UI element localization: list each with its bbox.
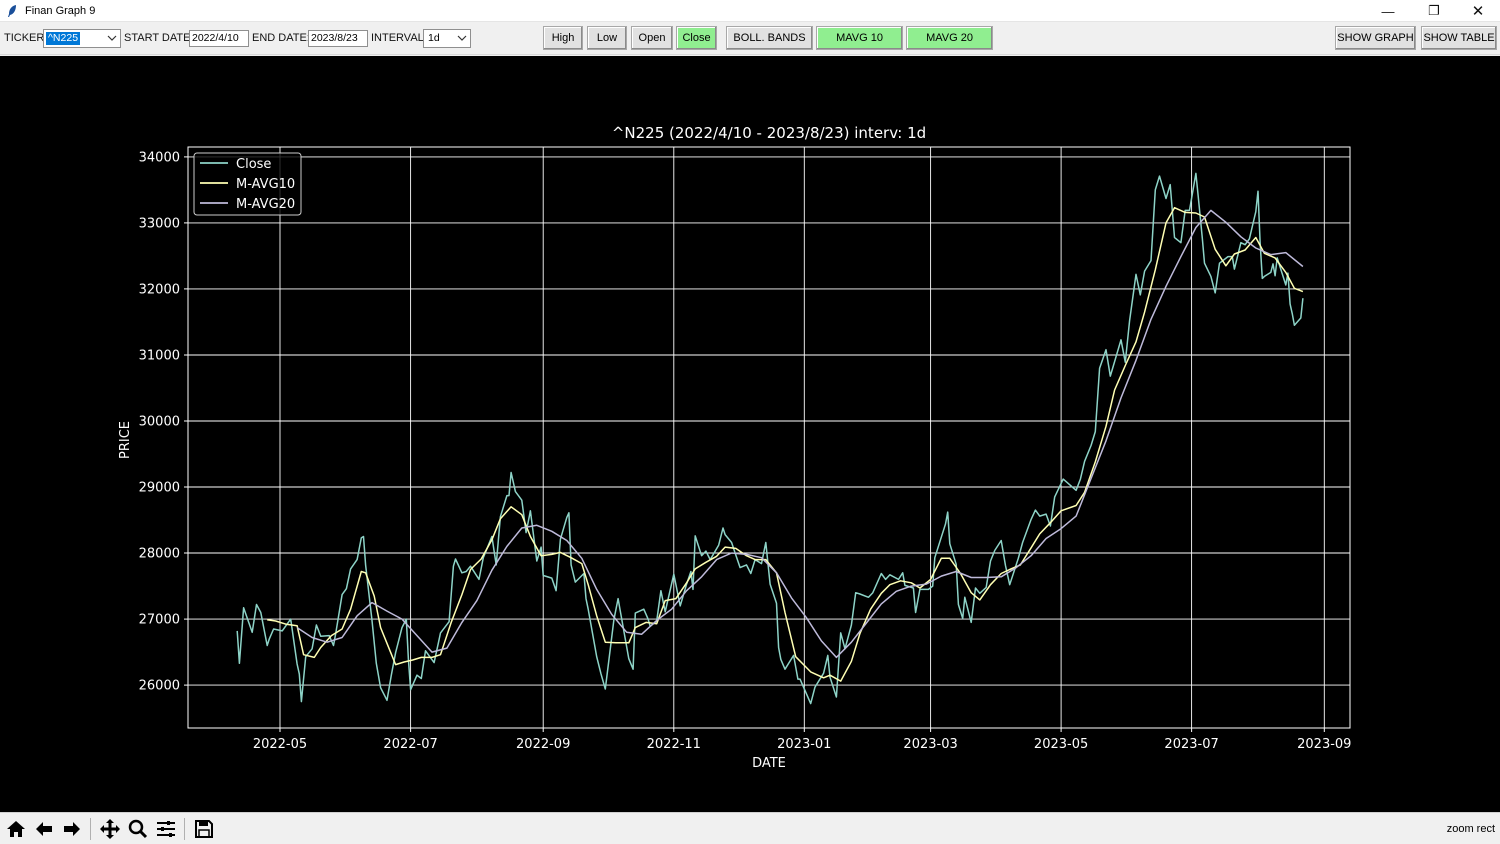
end-date-input[interactable]: 2023/8/23 — [308, 30, 368, 47]
navigation-toolbar: zoom rect — [0, 812, 1500, 844]
ticker-value: ^N225 — [46, 32, 81, 45]
y-tick-label: 27000 — [139, 613, 180, 628]
y-tick-label: 31000 — [139, 349, 180, 364]
show-table-button[interactable]: SHOW TABLE — [1421, 26, 1497, 50]
separator — [90, 818, 91, 840]
x-tick-label: 2023-03 — [903, 737, 957, 752]
start-date-label: START DATE: — [124, 32, 194, 44]
x-tick-label: 2022-11 — [647, 737, 701, 752]
legend-label-m-avg10: M-AVG10 — [236, 177, 295, 192]
x-axis-label: DATE — [752, 756, 786, 771]
legend-label-close: Close — [236, 157, 271, 172]
title-bar: Finan Graph 9 — ❐ ✕ — [0, 0, 1500, 22]
axis-ticks: 2022-05 2022-07 2022-09 2022-11 2023-01 2023-… — [139, 150, 1352, 752]
y-tick-label: 29000 — [139, 481, 180, 496]
close-icon: ✕ — [1471, 3, 1485, 20]
chevron-down-icon — [107, 35, 117, 41]
series-line-close — [236, 172, 1304, 705]
configure-button[interactable] — [153, 816, 179, 842]
restore-icon: ❐ — [1428, 3, 1440, 18]
close-price-button[interactable]: Close — [676, 26, 717, 50]
forward-button[interactable] — [59, 816, 85, 842]
mavg20-button[interactable]: MAVG 20 — [906, 26, 993, 50]
zoom-icon — [128, 819, 148, 839]
close-button[interactable]: ✕ — [1455, 0, 1500, 22]
feather-icon — [5, 4, 19, 18]
maximize-button[interactable]: ❐ — [1411, 0, 1457, 22]
low-button[interactable]: Low — [587, 26, 627, 50]
x-tick-label: 2023-01 — [777, 737, 831, 752]
x-tick-label: 2022-05 — [253, 737, 307, 752]
y-tick-label: 30000 — [139, 415, 180, 430]
y-tick-label: 28000 — [139, 547, 180, 562]
x-tick-label: 2023-07 — [1164, 737, 1218, 752]
forward-icon — [64, 822, 80, 836]
home-icon — [7, 821, 25, 837]
legend: Close M-AVG10 M-AVG20 — [193, 152, 302, 216]
y-tick-label: 33000 — [139, 216, 180, 231]
separator — [184, 818, 185, 840]
chevron-down-icon — [457, 35, 467, 41]
window-title: Finan Graph 9 — [25, 4, 96, 17]
minimize-button[interactable]: — — [1365, 0, 1411, 22]
home-button[interactable] — [3, 816, 29, 842]
back-icon — [36, 822, 52, 836]
plot-area-border — [187, 146, 1351, 729]
back-button[interactable] — [31, 816, 57, 842]
series-line-m-avg10 — [267, 206, 1304, 682]
start-date-input[interactable]: 2022/4/10 — [189, 30, 249, 47]
y-tick-label: 32000 — [139, 282, 180, 297]
status-message: zoom rect — [1446, 823, 1495, 835]
y-tick-label: 26000 — [139, 679, 180, 694]
high-button[interactable]: High — [543, 26, 583, 50]
series-line-m-avg20 — [296, 209, 1304, 659]
x-tick-label: 2022-09 — [516, 737, 570, 752]
save-icon — [195, 820, 213, 838]
x-tick-label: 2022-07 — [383, 737, 437, 752]
y-tick-label: 34000 — [139, 150, 180, 165]
save-button[interactable] — [191, 816, 217, 842]
chart-canvas[interactable]: ^N225 (2022/4/10 - 2023/8/23) interv: 1d… — [0, 56, 1500, 812]
zoom-button[interactable] — [125, 816, 151, 842]
interval-label: INTERVAL — [371, 32, 424, 44]
ticker-label: TICKER: — [4, 32, 48, 44]
interval-combobox[interactable]: 1d — [423, 29, 471, 48]
chart: ^N225 (2022/4/10 - 2023/8/23) interv: 1d… — [118, 124, 1352, 771]
y-axis-label: PRICE — [118, 421, 133, 459]
x-tick-label: 2023-09 — [1297, 737, 1351, 752]
controls-toolbar: TICKER: ^N225 START DATE: 2022/4/10 END … — [0, 23, 1500, 55]
open-button[interactable]: Open — [631, 26, 673, 50]
x-tick-label: 2023-05 — [1034, 737, 1088, 752]
bollinger-bands-button[interactable]: BOLL. BANDS — [726, 26, 813, 50]
app-window: Finan Graph 9 — ❐ ✕ TICKER: ^N225 START … — [0, 0, 1500, 844]
interval-value: 1d — [428, 32, 440, 44]
chart-title: ^N225 (2022/4/10 - 2023/8/23) interv: 1d — [612, 124, 926, 142]
grid — [188, 147, 1350, 728]
pan-button[interactable] — [97, 816, 123, 842]
minimize-icon: — — [1381, 3, 1395, 19]
legend-label-m-avg20: M-AVG20 — [236, 197, 295, 212]
configure-icon — [157, 821, 175, 837]
ticker-combobox[interactable]: ^N225 — [43, 29, 121, 48]
end-date-label: END DATE: — [252, 32, 310, 44]
mavg10-button[interactable]: MAVG 10 — [816, 26, 903, 50]
series-lines — [236, 172, 1304, 705]
show-graph-button[interactable]: SHOW GRAPH — [1335, 26, 1416, 50]
pan-icon — [100, 819, 120, 839]
